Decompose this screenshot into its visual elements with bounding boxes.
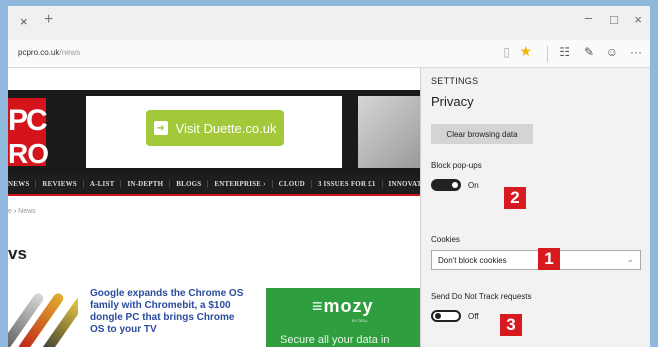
- annotation-badge-1: 1: [538, 248, 560, 270]
- settings-pane: SETTINGS Privacy Clear browsing data Blo…: [420, 68, 650, 347]
- cookies-label: Cookies: [431, 235, 460, 244]
- ad-button[interactable]: ➜ Visit Duette.co.uk: [146, 110, 284, 146]
- site-nav: NEWS REVIEWS A-LIST IN-DEPTH BLOGS ENTER…: [8, 174, 420, 196]
- block-popups-state: On: [468, 181, 479, 190]
- minimize-icon[interactable]: –: [585, 10, 592, 25]
- do-not-track-toggle[interactable]: [431, 310, 461, 322]
- do-not-track-state: Off: [468, 312, 479, 321]
- cookies-select[interactable]: Don't block cookies ⌄: [431, 250, 641, 270]
- maximize-icon[interactable]: □: [610, 12, 618, 27]
- nav-item-in-depth[interactable]: IN-DEPTH: [121, 180, 171, 188]
- nav-item-innovation[interactable]: INNOVATION ‹: [383, 180, 420, 188]
- mozy-ad[interactable]: ≡mozy BY DELL Secure all your data in: [266, 288, 420, 347]
- article-thumbnail[interactable]: [8, 284, 78, 347]
- block-popups-toggle[interactable]: [431, 179, 461, 191]
- url-path: /news: [59, 48, 81, 57]
- breadcrumb: e › News: [8, 208, 36, 215]
- chevron-down-icon: ⌄: [626, 254, 634, 264]
- logo-text-bottom: RO: [8, 138, 49, 169]
- section-title: vs: [8, 244, 27, 263]
- tab-strip: × + – □ ×: [8, 6, 650, 40]
- block-popups-label: Block pop-ups: [431, 161, 482, 170]
- nav-item-blogs[interactable]: BLOGS: [170, 180, 209, 188]
- mozy-tagline: Secure all your data in: [280, 334, 390, 346]
- hub-icon[interactable]: ☷: [559, 45, 570, 59]
- do-not-track-label: Send Do Not Track requests: [431, 292, 532, 301]
- settings-title: SETTINGS: [431, 76, 479, 86]
- toggle-knob: [452, 182, 458, 188]
- clear-browsing-data-button[interactable]: Clear browsing data: [431, 124, 533, 144]
- reading-view-icon[interactable]: ▯: [503, 45, 510, 59]
- arrow-icon: ➜: [153, 121, 168, 135]
- ad-image: [358, 96, 420, 168]
- new-tab-icon[interactable]: +: [44, 11, 53, 29]
- url-field[interactable]: pcpro.co.uk/news: [18, 48, 80, 57]
- article-headline[interactable]: Google expands the Chrome OS family with…: [90, 288, 250, 336]
- toggle-knob: [435, 313, 441, 319]
- nav-item-reviews[interactable]: REVIEWS: [36, 180, 84, 188]
- close-tab-icon[interactable]: ×: [20, 14, 28, 29]
- more-icon[interactable]: ···: [630, 45, 642, 59]
- feedback-smile-icon[interactable]: ☺: [606, 45, 618, 59]
- url-domain: pcpro.co.uk: [18, 48, 60, 57]
- close-window-icon[interactable]: ×: [634, 12, 642, 27]
- nav-item-news[interactable]: NEWS: [8, 180, 37, 188]
- breadcrumb-current[interactable]: News: [18, 208, 36, 215]
- annotation-badge-2: 2: [504, 187, 526, 209]
- ad-button-label: Visit Duette.co.uk: [175, 120, 277, 136]
- logo-text-top: PC: [8, 104, 48, 137]
- nav-item-cloud[interactable]: CLOUD: [273, 180, 312, 188]
- privacy-heading: Privacy: [431, 94, 474, 109]
- web-page: PC RO ➜ Visit Duette.co.uk NEWS REVIEWS …: [8, 68, 420, 347]
- site-logo[interactable]: PC RO: [8, 98, 49, 169]
- address-bar: pcpro.co.uk/news ▯ ★ ☷ ✎ ☺ ···: [8, 40, 650, 68]
- toolbar-divider: [547, 46, 548, 62]
- mozy-sublabel: BY DELL: [352, 318, 369, 323]
- web-note-icon[interactable]: ✎: [584, 45, 594, 59]
- favorite-star-icon[interactable]: ★: [519, 43, 532, 60]
- site-masthead: PC RO ➜ Visit Duette.co.uk: [8, 90, 420, 174]
- ad-banner[interactable]: ➜ Visit Duette.co.uk: [86, 96, 342, 168]
- nav-item-enterprise[interactable]: ENTERPRISE ›: [208, 180, 273, 188]
- nav-item-a-list[interactable]: A-LIST: [84, 180, 122, 188]
- mozy-logo: ≡mozy: [312, 296, 374, 316]
- cookies-select-value: Don't block cookies: [438, 256, 507, 265]
- nav-item-3-issues[interactable]: 3 ISSUES FOR £1: [312, 180, 383, 188]
- annotation-badge-3: 3: [500, 314, 522, 336]
